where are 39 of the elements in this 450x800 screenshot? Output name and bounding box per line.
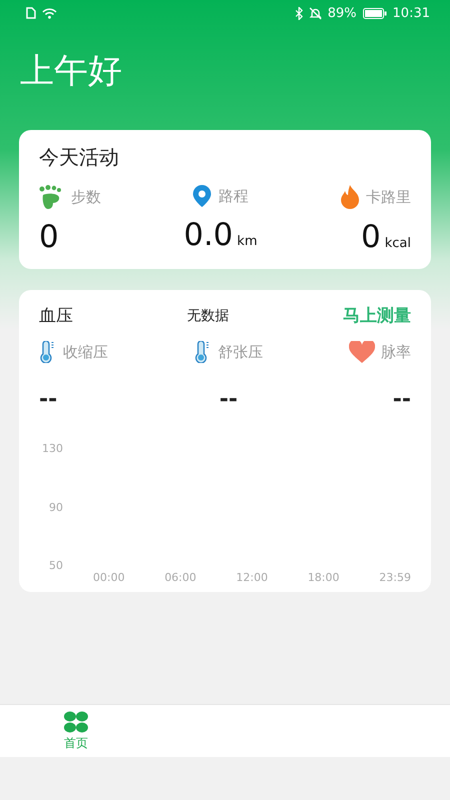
y-axis-label: 50	[49, 559, 63, 572]
clover-icon	[63, 710, 89, 732]
sim-icon	[26, 7, 36, 19]
stat-value: 0	[360, 219, 381, 255]
x-axis-label: 18:00	[308, 571, 340, 584]
y-axis-label: 130	[42, 442, 63, 455]
wifi-icon	[42, 8, 57, 18]
metric-label: 舒张压	[218, 342, 263, 362]
heart-icon	[349, 341, 375, 363]
stat-label: 步数	[71, 188, 101, 206]
greeting-title: 上午好	[19, 50, 123, 93]
location-pin-icon	[192, 185, 212, 207]
no-data-status: 无数据	[187, 306, 229, 324]
y-axis-label: 90	[49, 500, 63, 514]
metric-value: --	[392, 387, 411, 412]
stat-value: 0	[39, 219, 59, 255]
metric-label: 收缩压	[63, 342, 108, 362]
metric-value: --	[39, 387, 58, 412]
x-axis-label: 00:00	[93, 571, 125, 584]
card-title: 今天活动	[39, 144, 120, 171]
clock-time: 10:31	[392, 6, 430, 20]
bluetooth-icon	[294, 6, 303, 20]
battery-percent: 89%	[328, 6, 357, 20]
x-axis-label: 12:00	[236, 571, 268, 584]
flame-icon	[340, 185, 360, 209]
metric-label: 脉率	[381, 342, 411, 362]
battery-icon	[362, 8, 387, 18]
measure-now-link[interactable]: 马上测量	[343, 304, 411, 327]
x-axis-label: 06:00	[164, 571, 196, 584]
x-axis-label: 23:59	[379, 571, 411, 584]
stat-label: 路程	[218, 186, 248, 206]
muted-bell-icon	[308, 6, 322, 20]
stat-value: 0.0	[184, 217, 234, 253]
stat-unit: kcal	[384, 236, 411, 251]
nav-tab[interactable]: 首页	[56, 705, 96, 757]
stat-unit: km	[237, 234, 258, 249]
metric-value: --	[219, 387, 238, 412]
stat-label: 卡路里	[366, 188, 411, 206]
card-title: 血压	[39, 305, 73, 327]
